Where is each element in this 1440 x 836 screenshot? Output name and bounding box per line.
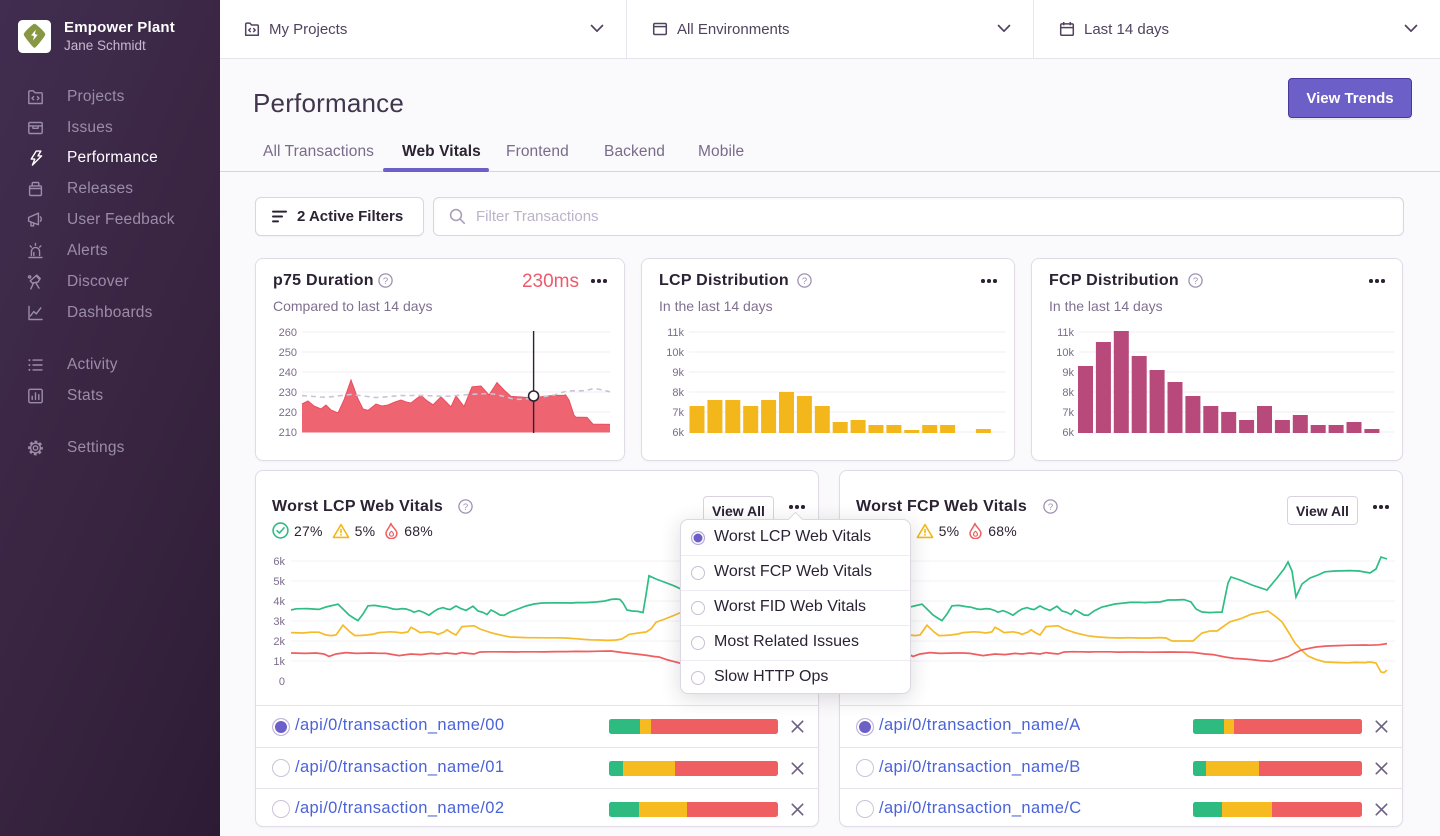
svg-text:11k: 11k xyxy=(667,327,684,339)
svg-text:9k: 9k xyxy=(672,367,684,379)
svg-text:3k: 3k xyxy=(273,616,285,628)
svg-text:6k: 6k xyxy=(1062,427,1074,439)
svg-text:9k: 9k xyxy=(1062,367,1074,379)
svg-text:210: 210 xyxy=(279,427,297,439)
svg-text:2k: 2k xyxy=(273,636,285,648)
svg-text:7k: 7k xyxy=(672,407,684,419)
svg-text:10k: 10k xyxy=(1056,347,1074,359)
svg-text:8k: 8k xyxy=(1062,387,1074,399)
svg-text:5k: 5k xyxy=(273,576,285,588)
svg-text:7k: 7k xyxy=(1062,407,1074,419)
svg-text:6k: 6k xyxy=(273,556,285,568)
svg-text:11k: 11k xyxy=(1057,327,1074,339)
svg-text:0: 0 xyxy=(279,676,285,688)
svg-text:4k: 4k xyxy=(273,596,285,608)
svg-text:250: 250 xyxy=(279,347,297,359)
svg-text:220: 220 xyxy=(279,407,297,419)
svg-text:230: 230 xyxy=(279,387,297,399)
svg-text:240: 240 xyxy=(279,367,297,379)
svg-text:260: 260 xyxy=(279,327,297,339)
svg-text:10k: 10k xyxy=(666,347,684,359)
svg-text:6k: 6k xyxy=(672,427,684,439)
svg-text:1k: 1k xyxy=(273,656,285,668)
svg-text:8k: 8k xyxy=(672,387,684,399)
